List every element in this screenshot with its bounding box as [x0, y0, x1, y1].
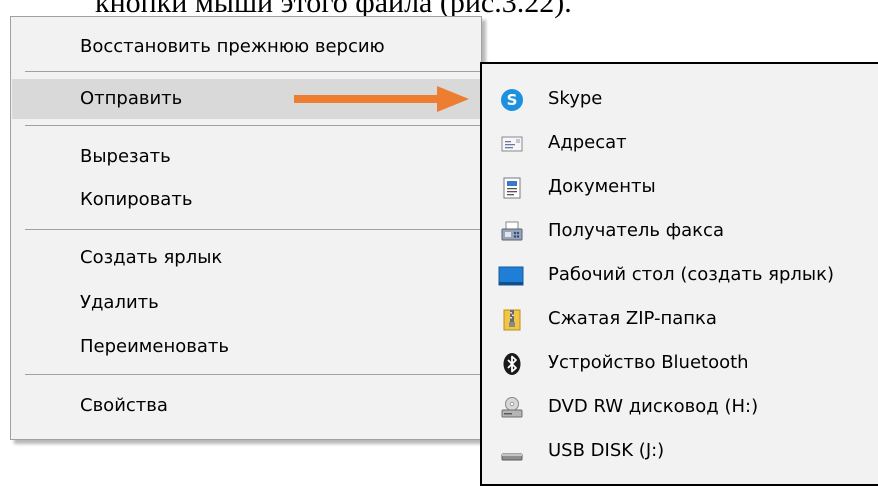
menu-separator	[25, 374, 481, 375]
menu-item-label: Отправить	[80, 88, 183, 109]
menu-item-cut[interactable]: Вырезать	[12, 137, 480, 177]
submenu-item-documents[interactable]: Документы	[482, 166, 878, 210]
menu-item-label: Копировать	[80, 189, 193, 210]
context-menu: Восстановить прежнюю версию Отправить Вы…	[10, 16, 482, 440]
submenu-item-mail-recipient[interactable]: Адресат	[482, 122, 878, 166]
dvd-drive-icon	[501, 397, 523, 418]
menu-item-send-to[interactable]: Отправить	[12, 79, 480, 119]
menu-item-label: Восстановить прежнюю версию	[80, 36, 385, 57]
menu-separator	[25, 71, 481, 72]
submenu-item-skype[interactable]: S Skype	[482, 78, 878, 122]
submenu-item-dvd-drive[interactable]: DVD RW дисковод (H:)	[482, 386, 878, 430]
menu-item-label: Удалить	[80, 292, 159, 313]
submenu-item-label: DVD RW дисковод (H:)	[548, 396, 759, 417]
menu-item-label: Создать ярлык	[80, 247, 223, 268]
desktop-icon	[498, 266, 524, 286]
menu-item-copy[interactable]: Копировать	[12, 180, 480, 220]
arrow-right-icon	[294, 86, 469, 112]
submenu-item-label: Устройство Bluetooth	[548, 352, 749, 373]
fax-icon	[501, 221, 523, 241]
submenu-item-desktop-shortcut[interactable]: Рабочий стол (создать ярлык)	[482, 254, 878, 298]
submenu-item-label: Документы	[548, 176, 656, 197]
menu-item-properties[interactable]: Свойства	[12, 386, 480, 426]
submenu-item-label: Получатель факса	[548, 220, 724, 241]
menu-separator	[25, 229, 481, 230]
menu-item-create-shortcut[interactable]: Создать ярлык	[12, 238, 480, 278]
submenu-item-fax-recipient[interactable]: Получатель факса	[482, 210, 878, 254]
documents-icon	[503, 177, 521, 199]
submenu-item-zip-folder[interactable]: Сжатая ZIP-папка	[482, 298, 878, 342]
send-to-submenu: S Skype Адресат Документы Получатель фак…	[480, 62, 878, 486]
zip-folder-icon	[503, 309, 521, 331]
bluetooth-icon	[503, 353, 521, 375]
svg-text:S: S	[507, 91, 518, 109]
submenu-item-label: Рабочий стол (создать ярлык)	[548, 264, 835, 285]
menu-item-label: Вырезать	[80, 146, 171, 167]
usb-disk-icon	[501, 453, 523, 461]
menu-item-restore-previous-version[interactable]: Восстановить прежнюю версию	[12, 27, 480, 67]
skype-icon: S	[501, 89, 523, 111]
submenu-item-bluetooth[interactable]: Устройство Bluetooth	[482, 342, 878, 386]
submenu-item-label: Skype	[548, 88, 603, 109]
submenu-item-label: Сжатая ZIP-папка	[548, 308, 717, 329]
menu-item-delete[interactable]: Удалить	[12, 283, 480, 323]
menu-item-rename[interactable]: Переименовать	[12, 327, 480, 367]
menu-item-label: Свойства	[80, 395, 168, 416]
submenu-item-label: USB DISK (J:)	[548, 440, 665, 461]
menu-separator	[25, 125, 481, 126]
menu-item-label: Переименовать	[80, 336, 229, 357]
submenu-item-usb-disk[interactable]: USB DISK (J:)	[482, 430, 878, 474]
mail-recipient-icon	[501, 136, 523, 152]
submenu-item-label: Адресат	[548, 132, 627, 153]
